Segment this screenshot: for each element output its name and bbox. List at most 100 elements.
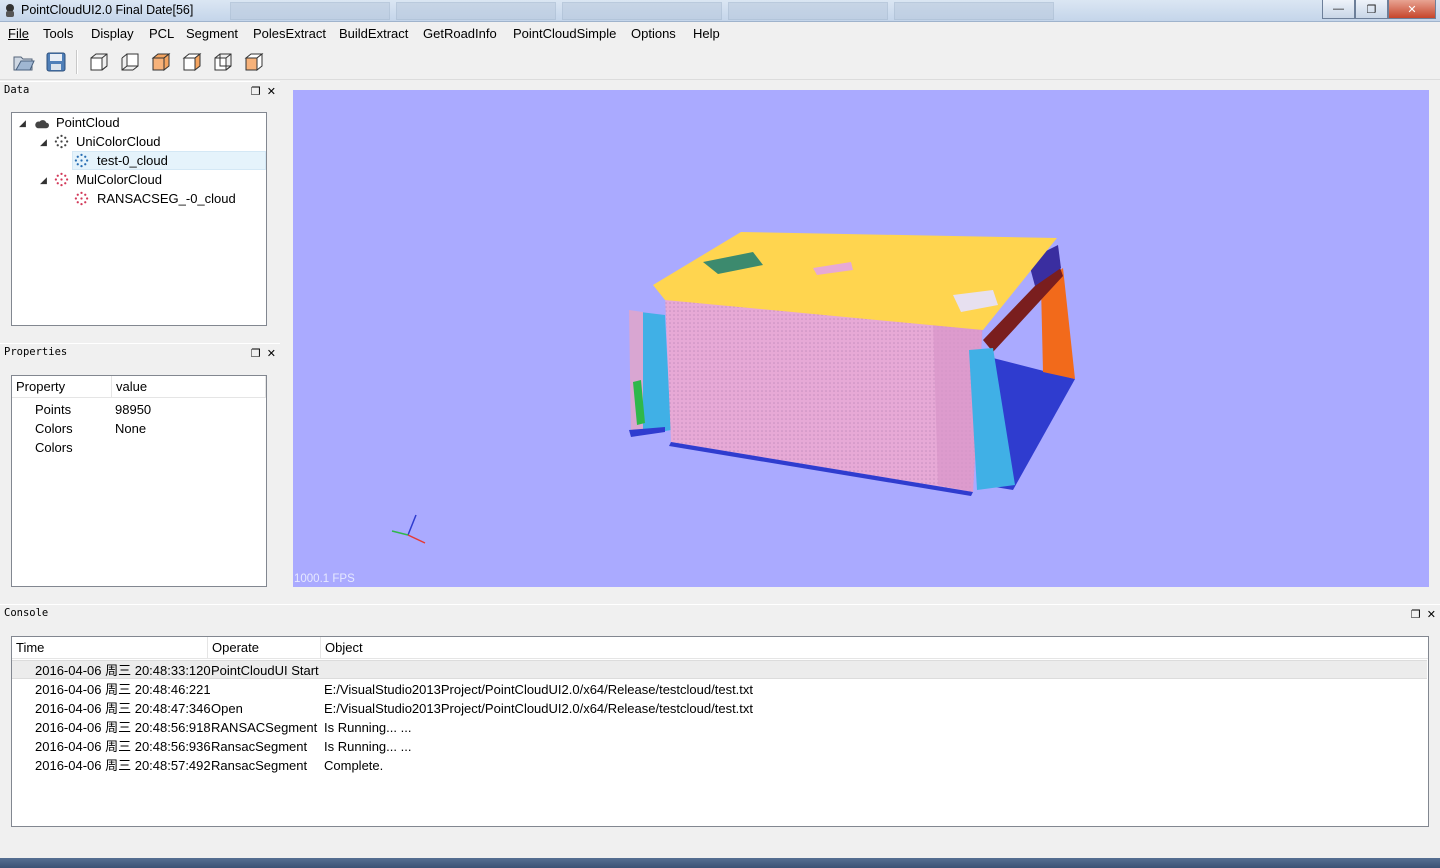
console-time: 2016-04-06 周三 20:48:56:918 xyxy=(35,720,211,735)
property-value: 98950 xyxy=(115,402,152,417)
properties-dock-title: Properties ❐ ✕ xyxy=(0,343,280,361)
menu-get-road-info[interactable]: GetRoadInfo xyxy=(423,26,497,41)
view-top-button[interactable] xyxy=(148,50,174,74)
console-row[interactable]: 2016-04-06 周三 20:48:57:492 RansacSegment… xyxy=(12,756,1427,775)
properties-dock-label: Properties xyxy=(4,346,68,358)
point-cloud-viewer[interactable]: 1000.1 FPS xyxy=(293,90,1429,587)
multicolor-cloud-icon xyxy=(54,172,69,187)
view-top-icon xyxy=(151,52,171,72)
console-row[interactable]: 2016-04-06 周三 20:48:33:120 PointCloudUI … xyxy=(12,660,1427,679)
point-cloud-icon xyxy=(54,134,69,149)
console-time: 2016-04-06 周三 20:48:46:221 xyxy=(35,682,211,697)
console-time: 2016-04-06 周三 20:48:56:936 xyxy=(35,739,211,754)
open-button[interactable] xyxy=(11,50,37,74)
properties-table[interactable]: Property value Points 98950 Colors None … xyxy=(11,375,267,587)
property-name: Colors xyxy=(35,440,73,455)
point-cloud-icon xyxy=(74,153,89,168)
column-header-property[interactable]: Property xyxy=(12,376,112,398)
menu-file[interactable]: File xyxy=(8,26,29,41)
console-operate: RansacSegment xyxy=(211,758,308,773)
console-object: E:/VisualStudio2013Project/PointCloudUI2… xyxy=(324,682,754,697)
column-header-value[interactable]: value xyxy=(112,376,266,398)
expand-arrow-icon[interactable]: ◢ xyxy=(40,175,47,186)
console-operate: PointCloudUI Start xyxy=(211,663,319,678)
property-value: None xyxy=(115,421,147,436)
console-operate: RANSACSegment xyxy=(211,720,318,735)
background-windows xyxy=(230,2,1054,20)
expand-arrow-icon[interactable]: ◢ xyxy=(19,118,26,129)
menu-help[interactable]: Help xyxy=(693,26,720,41)
point-cloud-render xyxy=(391,232,1075,544)
view-right-icon xyxy=(244,52,264,72)
title-bar: PointCloudUI2.0 Final Date[56] — ❐ ✕ xyxy=(0,0,1440,22)
float-icon[interactable]: ❐ xyxy=(251,347,261,360)
tree-item-test-cloud[interactable]: test-0_cloud xyxy=(97,151,168,170)
console-time: 2016-04-06 周三 20:48:47:346 xyxy=(35,701,211,716)
view-front-button[interactable] xyxy=(86,50,112,74)
view-left-button[interactable] xyxy=(210,50,236,74)
property-name: Points xyxy=(35,402,72,417)
column-header-time[interactable]: Time xyxy=(12,637,208,659)
console-dock-title: Console ❐ ✕ xyxy=(0,604,1440,622)
view-back-icon xyxy=(121,53,139,71)
data-tree[interactable]: ◢ PointCloud ◢ UniColorCloud test-0_clou… xyxy=(11,112,267,326)
toolbar xyxy=(0,44,1440,80)
console-time: 2016-04-06 周三 20:48:57:492 xyxy=(35,758,211,773)
console-row[interactable]: 2016-04-06 周三 20:48:56:918 RANSACSegment… xyxy=(12,718,1427,737)
save-button[interactable] xyxy=(43,50,69,74)
restore-button[interactable]: ❐ xyxy=(1355,0,1388,19)
console-object: Is Running... ... xyxy=(324,739,412,754)
console-object: Complete. xyxy=(324,758,384,773)
menu-display[interactable]: Display xyxy=(91,26,134,41)
close-icon[interactable]: ✕ xyxy=(267,347,276,360)
menu-poles-extract[interactable]: PolesExtract xyxy=(253,26,326,41)
column-header-object[interactable]: Object xyxy=(321,637,1428,659)
cloud-icon xyxy=(35,120,49,129)
background-window-tab xyxy=(562,2,722,20)
close-button[interactable]: ✕ xyxy=(1388,0,1436,19)
float-icon[interactable]: ❐ xyxy=(251,85,261,98)
toolbar-separator xyxy=(76,50,78,74)
view-left-icon xyxy=(214,53,232,71)
view-back-button[interactable] xyxy=(117,50,143,74)
background-window-tab xyxy=(894,2,1054,20)
close-icon[interactable]: ✕ xyxy=(267,85,276,98)
background-window-tab xyxy=(396,2,556,20)
save-icon xyxy=(46,52,66,72)
console-row[interactable]: 2016-04-06 周三 20:48:47:346 Open E:/Visua… xyxy=(12,699,1427,718)
tree-item-ransacseg-cloud[interactable]: RANSACSEG_-0_cloud xyxy=(97,189,236,208)
expand-arrow-icon[interactable]: ◢ xyxy=(40,137,47,148)
multicolor-cloud-icon xyxy=(74,191,89,206)
console-row[interactable]: 2016-04-06 周三 20:48:46:221 E:/VisualStud… xyxy=(12,680,1427,699)
minimize-button[interactable]: — xyxy=(1322,0,1355,19)
property-name: Colors xyxy=(35,421,73,436)
background-window-tab xyxy=(728,2,888,20)
console-operate: Open xyxy=(211,701,243,716)
menu-point-cloud-simple[interactable]: PointCloudSimple xyxy=(513,26,616,41)
console-object: Is Running... ... xyxy=(324,720,412,735)
view-right-button[interactable] xyxy=(241,50,267,74)
window-title: PointCloudUI2.0 Final Date[56] xyxy=(21,3,194,17)
view-bottom-icon xyxy=(182,52,202,72)
view-bottom-button[interactable] xyxy=(179,50,205,74)
tree-item-point-cloud[interactable]: PointCloud xyxy=(56,113,120,132)
menu-pcl[interactable]: PCL xyxy=(149,26,174,41)
menu-options[interactable]: Options xyxy=(631,26,676,41)
column-header-operate[interactable]: Operate xyxy=(208,637,321,659)
menu-build-extract[interactable]: BuildExtract xyxy=(339,26,408,41)
menu-tools[interactable]: Tools xyxy=(43,26,73,41)
float-icon[interactable]: ❐ xyxy=(1411,608,1421,621)
fps-counter: 1000.1 FPS xyxy=(294,573,355,585)
close-icon[interactable]: ✕ xyxy=(1427,608,1436,621)
tree-item-mulcolor-cloud[interactable]: MulColorCloud xyxy=(76,170,162,189)
console-row[interactable]: 2016-04-06 周三 20:48:56:936 RansacSegment… xyxy=(12,737,1427,756)
menu-segment[interactable]: Segment xyxy=(186,26,238,41)
data-dock-title: Data ❐ ✕ xyxy=(0,81,280,99)
taskbar[interactable] xyxy=(0,858,1440,868)
tree-item-unicolor-cloud[interactable]: UniColorCloud xyxy=(76,132,161,151)
data-dock-label: Data xyxy=(4,84,30,96)
background-window-tab xyxy=(230,2,390,20)
app-icon xyxy=(6,4,14,17)
open-folder-icon xyxy=(13,56,35,71)
console-dock-label: Console xyxy=(4,607,49,619)
